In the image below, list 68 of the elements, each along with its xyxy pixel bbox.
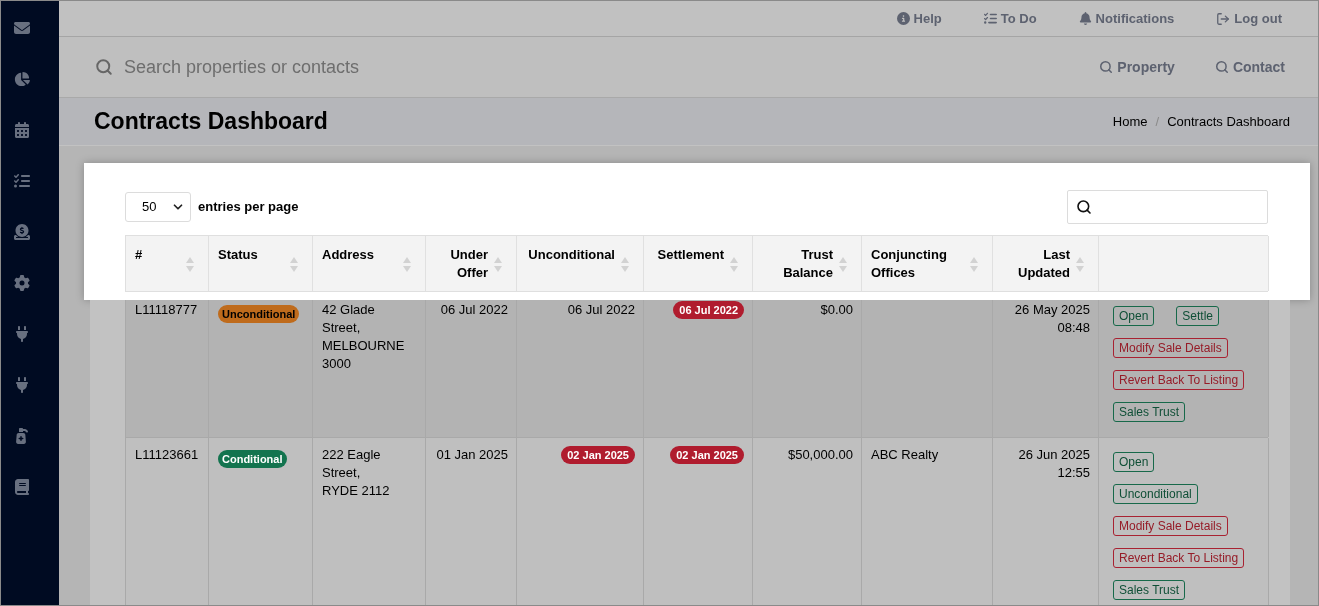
search-icon [1214, 60, 1229, 74]
search-icon [1099, 60, 1114, 74]
table-cell: 26 Jun 2025 12:55 [993, 438, 1099, 605]
entries-per-page-label: entries per page [198, 198, 299, 217]
status-badge: Conditional [218, 450, 287, 468]
dollar-coin-icon[interactable] [14, 224, 30, 240]
table-cell: 42 Glade Street, MELBOURNE 3000 [313, 300, 426, 437]
table-cell: 26 May 2025 08:48 [993, 300, 1099, 437]
column-header[interactable]: Status [218, 246, 284, 264]
column-header[interactable]: Conjuncting Offices [871, 246, 964, 282]
logout-icon [1216, 11, 1231, 26]
status-badge: Unconditional [218, 305, 300, 323]
search-scope-link[interactable]: Property [1099, 56, 1175, 78]
plug-icon[interactable] [14, 326, 30, 342]
date-badge: 02 Jan 2025 [670, 446, 744, 464]
book-icon[interactable] [14, 479, 30, 495]
help-link[interactable]: Help [896, 8, 942, 29]
breadcrumb-link[interactable]: Home [1112, 111, 1148, 132]
column-header[interactable]: Under Offer [435, 246, 488, 282]
column-header[interactable]: Last Updated [1002, 246, 1070, 282]
envelope-icon[interactable] [14, 20, 30, 36]
notifications-link[interactable]: Notifications [1078, 8, 1175, 29]
calendar-icon[interactable] [14, 122, 30, 138]
search-scope-link[interactable]: Contact [1214, 56, 1285, 78]
date-badge: 06 Jul 2022 [673, 301, 744, 319]
checklist-icon [983, 12, 997, 25]
table-cell: $0.00 [753, 300, 862, 437]
column-header[interactable]: Trust Balance [762, 246, 833, 282]
plug-icon[interactable] [14, 377, 30, 393]
logout-link[interactable]: Log out [1216, 8, 1282, 29]
info-icon [896, 12, 910, 25]
column-header[interactable]: # [135, 246, 180, 264]
date-text: 06 Jul 2022 [567, 302, 635, 317]
action-button[interactable]: Settle [1176, 306, 1220, 326]
todo-link[interactable]: To Do [983, 8, 1037, 29]
table-search-field[interactable] [1067, 190, 1268, 224]
settings-icon[interactable] [14, 275, 30, 291]
table-cell: $50,000.00 [753, 438, 862, 605]
breadcrumb-current: Contracts Dashboard [1167, 112, 1290, 131]
action-button[interactable]: Modify Sale Details [1113, 338, 1228, 358]
action-button[interactable]: Revert Back To Listing [1113, 370, 1245, 390]
table-cell: L11118777 [126, 300, 209, 437]
page-title: Contracts Dashboard [94, 107, 328, 137]
bell-icon [1078, 12, 1092, 25]
pie-chart-icon[interactable] [14, 71, 30, 87]
action-button[interactable]: Open [1113, 452, 1155, 472]
action-button[interactable]: Open [1113, 306, 1155, 326]
search-field[interactable]: Search properties or contacts [124, 53, 444, 81]
action-button[interactable]: Sales Trust [1113, 402, 1186, 422]
date-badge: 02 Jan 2025 [561, 446, 635, 464]
table-cell: L11123661 [126, 438, 209, 605]
search-icon [95, 58, 113, 76]
column-header[interactable]: Unconditional [526, 246, 615, 264]
action-button[interactable]: Unconditional [1113, 484, 1198, 504]
action-button[interactable]: Sales Trust [1113, 580, 1186, 600]
column-header[interactable]: Settlement [653, 246, 724, 264]
column-header[interactable]: Address [322, 246, 397, 264]
table-cell: 01 Jan 2025 [426, 438, 517, 605]
action-button[interactable]: Revert Back To Listing [1113, 548, 1245, 568]
entries-select[interactable]: 50 [125, 192, 191, 222]
breadcrumb-separator: / [1155, 112, 1160, 131]
search-icon [1076, 199, 1092, 215]
table-cell: ABC Realty [862, 438, 993, 605]
action-button[interactable]: Modify Sale Details [1113, 516, 1228, 536]
pump-bottle-icon[interactable] [14, 428, 30, 444]
table-cell: 06 Jul 2022 [426, 300, 517, 437]
table-cell: 222 Eagle Street, RYDE 2112 [313, 438, 426, 605]
checklist-icon[interactable] [14, 173, 30, 189]
